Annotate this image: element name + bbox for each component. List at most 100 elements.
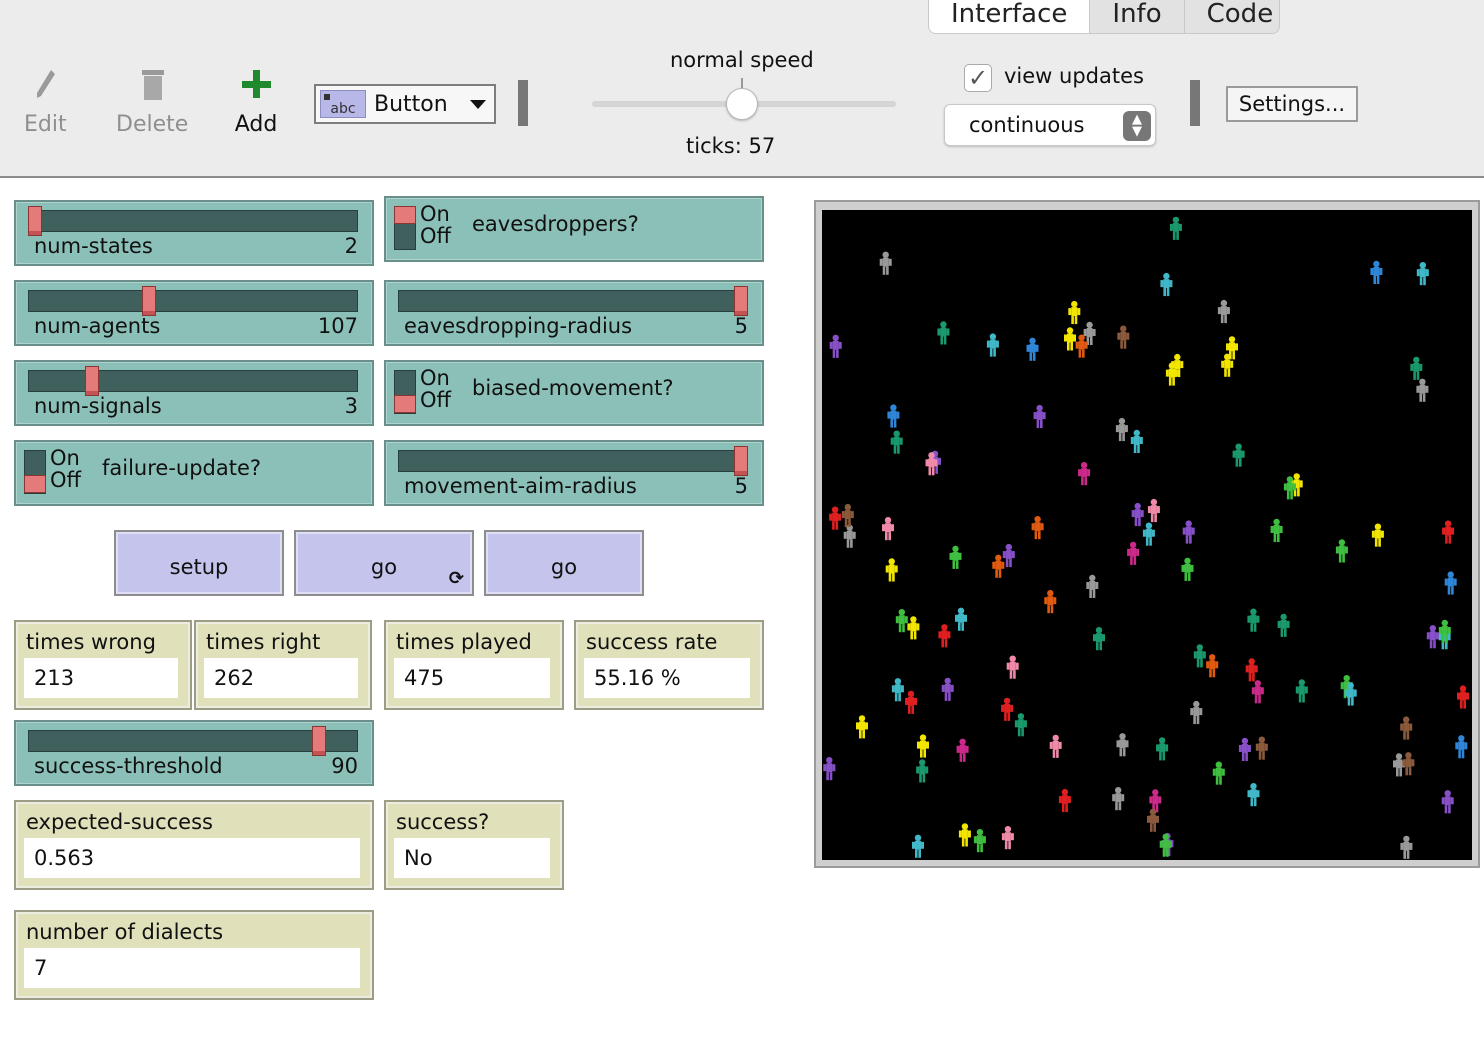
slider-success-threshold[interactable]: success-threshold 90	[14, 720, 374, 786]
slider-knob[interactable]	[312, 726, 327, 756]
tab-interface[interactable]: Interface	[929, 0, 1091, 33]
agent-icon	[1075, 334, 1088, 358]
agent-icon	[829, 334, 842, 358]
tab-bar: Interface Info Code	[928, 0, 1280, 34]
switch-knob[interactable]	[394, 395, 416, 413]
slider-value: 5	[734, 314, 748, 338]
update-mode-select[interactable]: continuous ▲ ▼	[944, 104, 1156, 146]
switch-eavesdroppers[interactable]: On Off eavesdroppers?	[384, 196, 764, 262]
slider-knob[interactable]	[84, 366, 99, 396]
agent-icon	[1245, 658, 1258, 682]
button-widget-icon: abc	[320, 90, 366, 118]
agent-icon	[1442, 520, 1455, 544]
agent-icon	[1247, 608, 1260, 632]
switch-track[interactable]	[394, 206, 416, 250]
switch-track[interactable]	[394, 370, 416, 414]
monitor-label: success?	[396, 810, 490, 834]
switch-knob[interactable]	[24, 475, 46, 493]
agent-icon	[1149, 789, 1162, 813]
update-mode-value: continuous	[969, 113, 1085, 137]
slider-movement-aim-radius[interactable]: movement-aim-radius 5	[384, 440, 764, 506]
monitor-value: 7	[24, 948, 360, 988]
agent-icon	[1002, 543, 1015, 568]
agent-icon	[1169, 216, 1182, 240]
slider-num-states[interactable]: num-states 2	[14, 200, 374, 266]
agent-icon	[1370, 260, 1383, 284]
slider-track[interactable]	[398, 450, 748, 472]
slider-track[interactable]	[398, 290, 748, 312]
switch-track[interactable]	[24, 450, 46, 494]
slider-value: 2	[344, 234, 358, 258]
go-forever-button[interactable]: go ⟳	[294, 530, 474, 596]
agent-icon	[1400, 716, 1413, 740]
slider-track[interactable]	[28, 730, 358, 752]
tab-info[interactable]: Info	[1090, 0, 1185, 33]
slider-eavesdropping-radius[interactable]: eavesdropping-radius 5	[384, 280, 764, 346]
agent-icon	[958, 823, 971, 847]
agent-icon	[891, 678, 904, 702]
agent-icon	[1049, 734, 1062, 758]
agent-icon	[1335, 539, 1348, 563]
switch-off-label: Off	[420, 224, 451, 248]
tab-code[interactable]: Code	[1185, 0, 1279, 33]
monitor-times-wrong: times wrong 213	[14, 620, 192, 710]
switch-failure-update[interactable]: On Off failure-update?	[14, 440, 374, 506]
monitor-value: 213	[24, 658, 178, 698]
agent-icon	[1295, 679, 1308, 703]
slider-label: success-threshold	[34, 754, 223, 778]
setup-button[interactable]: setup	[114, 530, 284, 596]
agent-icon	[887, 404, 900, 428]
slider-value: 5	[734, 474, 748, 498]
slider-knob[interactable]	[734, 446, 748, 476]
agent-icon	[1044, 590, 1057, 614]
add-button[interactable]: Add	[234, 66, 278, 137]
agent-icon	[1086, 574, 1099, 598]
agent-icon	[1190, 700, 1203, 725]
agent-icon	[1068, 300, 1081, 325]
switch-knob[interactable]	[394, 206, 416, 224]
plus-icon	[242, 70, 271, 98]
widget-type-select[interactable]: abc Button	[314, 84, 496, 124]
agent-icon	[1127, 541, 1140, 565]
agent-icon	[1444, 571, 1457, 595]
agent-icon	[1031, 516, 1044, 540]
slider-num-signals[interactable]: num-signals 3	[14, 360, 374, 426]
slider-label: num-states	[34, 234, 153, 258]
agent-icon	[1160, 272, 1173, 297]
agent-icon	[885, 558, 898, 582]
monitor-value: 262	[204, 658, 358, 698]
world-view[interactable]	[822, 210, 1472, 860]
agent-icon	[1277, 613, 1290, 637]
agent-icon	[1255, 736, 1268, 760]
agent-icon	[1142, 522, 1155, 546]
slider-knob[interactable]	[28, 206, 42, 236]
agent-icon	[1131, 502, 1144, 527]
agent-icon	[1247, 783, 1260, 807]
agent-icon	[1238, 737, 1251, 761]
agent-icon	[1251, 680, 1264, 704]
agent-icon	[1416, 262, 1429, 286]
switch-biased-movement[interactable]: On Off biased-movement?	[384, 360, 764, 426]
slider-knob[interactable]	[734, 286, 748, 316]
slider-track[interactable]	[28, 370, 358, 392]
slider-track[interactable]	[28, 290, 358, 312]
view-updates-checkbox[interactable]: ✓	[964, 64, 992, 92]
world-view-frame	[814, 200, 1480, 868]
go-once-button[interactable]: go	[484, 530, 644, 596]
edit-button[interactable]: Edit	[24, 66, 67, 137]
slider-num-agents[interactable]: num-agents 107	[14, 280, 374, 346]
speed-slider-thumb[interactable]	[726, 88, 758, 120]
agent-icon	[843, 524, 856, 548]
delete-label: Delete	[116, 112, 189, 137]
slider-track[interactable]	[28, 210, 358, 232]
slider-knob[interactable]	[141, 286, 156, 316]
ticks-counter: ticks: 57	[686, 134, 776, 158]
settings-button[interactable]: Settings...	[1226, 86, 1358, 122]
agent-icon	[1426, 625, 1439, 649]
switch-on-label: On	[420, 202, 450, 226]
delete-button[interactable]: Delete	[116, 66, 188, 137]
switch-on-off-labels: On Off	[420, 367, 451, 411]
monitor-label: times wrong	[26, 630, 156, 654]
agents-layer	[823, 216, 1469, 859]
agent-icon	[907, 616, 920, 640]
